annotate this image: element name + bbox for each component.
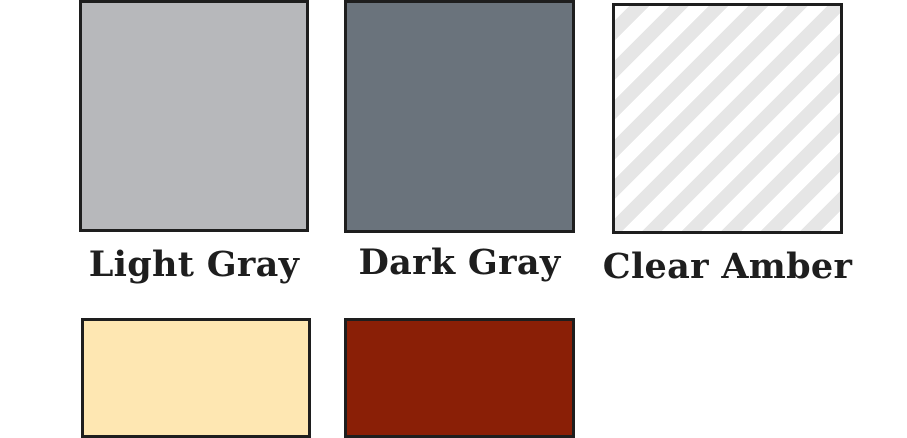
swatch-label-light-gray: Light Gray bbox=[88, 244, 300, 285]
swatch-red-brown bbox=[344, 318, 575, 438]
swatch-cream bbox=[81, 318, 311, 438]
swatch-label-clear-amber: Clear Amber bbox=[602, 246, 853, 287]
swatch-dark-gray bbox=[344, 0, 575, 233]
swatch-light-gray bbox=[79, 0, 309, 232]
swatch-label-dark-gray: Dark Gray bbox=[358, 242, 561, 283]
swatch-clear-amber bbox=[612, 3, 843, 234]
